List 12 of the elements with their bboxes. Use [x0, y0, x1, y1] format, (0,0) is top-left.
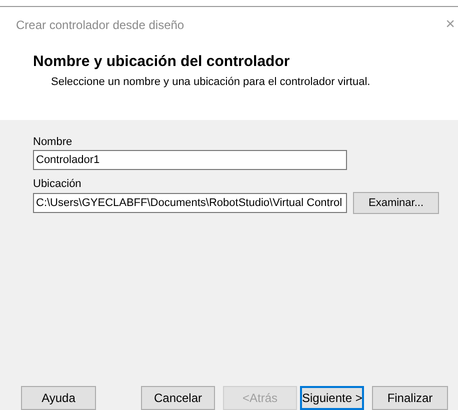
wizard-button[interactable]: Siguiente >	[300, 386, 364, 410]
browse-button[interactable]: Examinar...	[353, 192, 439, 214]
wizard-button[interactable]: Cancelar	[141, 386, 215, 410]
wizard-button[interactable]: Finalizar	[372, 386, 448, 410]
page-heading: Nombre y ubicación del controlador	[33, 52, 291, 72]
page-description: Seleccione un nombre y una ubicación para el controlador virtual.	[50, 74, 372, 90]
text-field[interactable]: Controlador1	[33, 150, 347, 170]
field-label: Ubicación	[33, 177, 82, 192]
window-title: Crear controlador desde diseño	[16, 17, 184, 34]
text-field[interactable]: C:\Users\GYECLABFF\Documents\RobotStudio\Virtual Control	[33, 193, 347, 213]
wizard-button[interactable]: Ayuda	[21, 386, 96, 410]
field-label: Nombre	[33, 135, 74, 150]
